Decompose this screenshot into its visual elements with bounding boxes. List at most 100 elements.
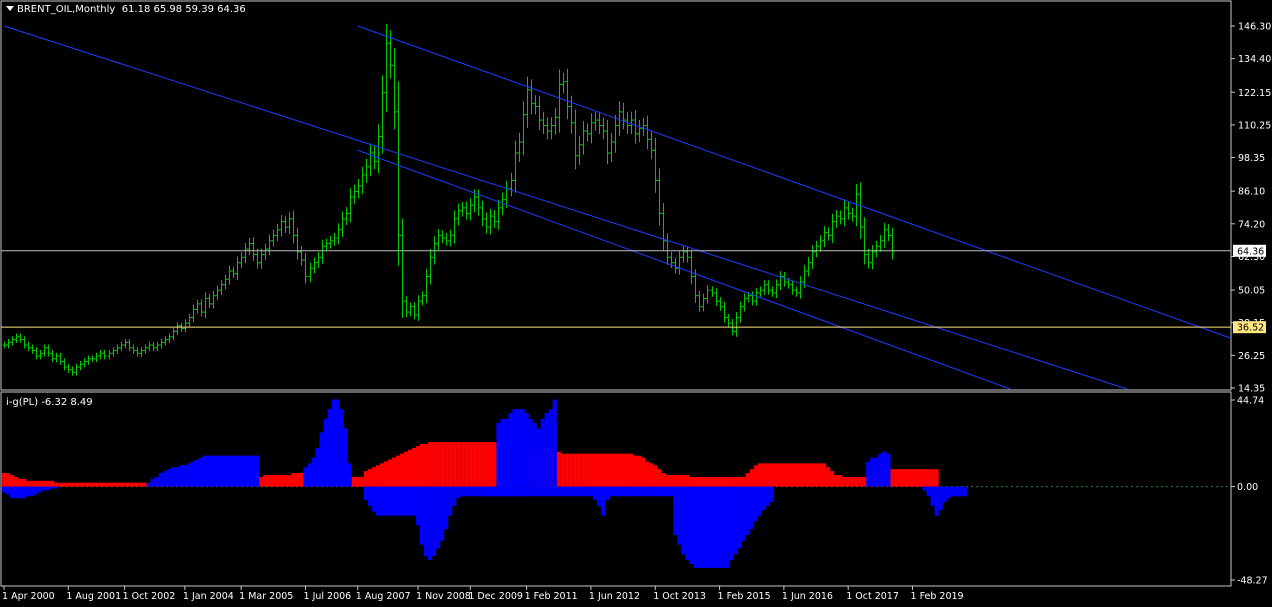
histogram-bar: [307, 463, 312, 487]
histogram-bar: [725, 486, 730, 568]
price-bar: [444, 233, 449, 246]
histogram-bar: [142, 482, 147, 487]
histogram-bar: [697, 486, 702, 568]
trendline[interactable]: [357, 149, 1011, 390]
histogram-bar: [271, 474, 276, 487]
histogram-bar: [649, 486, 654, 497]
histogram-bar: [938, 486, 943, 510]
price-bar: [408, 302, 413, 317]
histogram-bar: [516, 486, 521, 497]
price-bar: [726, 313, 731, 327]
histogram-bar: [82, 482, 87, 487]
price-bar: [842, 200, 847, 227]
histogram-bar: [584, 453, 589, 487]
histogram-bar: [797, 463, 803, 487]
histogram-bar: [428, 486, 433, 561]
price-bar: [577, 135, 582, 165]
histogram-bar: [737, 476, 742, 487]
price-bar: [227, 265, 232, 285]
histogram-bar: [669, 474, 674, 487]
price-bar: [874, 240, 879, 258]
price-bar: [199, 299, 204, 317]
histogram-bar: [805, 463, 811, 487]
histogram-bar: [633, 486, 638, 497]
price-axis: 146.30 134.40 122.15 110.25 98.35 86.10 74.20 6…: [1231, 22, 1271, 395]
histogram-bar: [440, 442, 445, 487]
histogram-bar: [564, 453, 569, 487]
histogram-bar: [540, 486, 545, 497]
price-bar: [525, 76, 530, 128]
histogram-bar: [464, 442, 469, 487]
histogram-bar: [520, 409, 525, 487]
x-tick-label: 1 Mar 2005: [239, 591, 293, 602]
histogram-bar: [528, 486, 533, 497]
histogram-bar: [508, 486, 513, 497]
price-bar: [637, 120, 642, 143]
histogram-bar: [287, 474, 292, 487]
histogram-bar: [243, 455, 248, 487]
histogram-bar: [223, 455, 228, 487]
histogram-bar: [528, 418, 533, 487]
indicator-tick-label: 0.00: [1237, 482, 1258, 493]
histogram-bar: [878, 453, 883, 487]
histogram-bar: [749, 486, 754, 530]
histogram-bar: [954, 486, 959, 497]
triangle-down-icon[interactable]: [6, 6, 14, 11]
price-bar: [279, 214, 284, 237]
histogram-bar: [231, 455, 236, 487]
histogram-bar: [926, 469, 931, 487]
price-bar: [299, 246, 304, 266]
y-tick-label: 134.40: [1238, 54, 1271, 65]
histogram-bar: [70, 482, 75, 487]
histogram-bar: [789, 463, 794, 487]
price-bar: [460, 202, 465, 217]
histogram-bar: [395, 486, 401, 516]
histogram-bar: [612, 453, 618, 487]
histogram-bar: [411, 447, 417, 487]
price-bar: [107, 350, 112, 360]
histogram-bar: [689, 486, 694, 564]
histogram-bar: [608, 453, 614, 487]
histogram-bar: [54, 482, 59, 487]
histogram-bar: [62, 482, 67, 487]
histogram-bar: [420, 444, 425, 487]
histogram-bar: [657, 486, 662, 497]
price-bar: [661, 203, 666, 252]
chart-header[interactable]: BRENT_OIL,Monthly 61.18 65.98 59.39 64.3…: [6, 4, 246, 15]
histogram-bar: [524, 413, 529, 487]
histogram-bar: [150, 478, 155, 487]
histogram-bar: [46, 486, 51, 491]
price-bar: [344, 207, 349, 226]
histogram-bar: [371, 467, 376, 487]
histogram-bar: [769, 486, 774, 503]
y-tick-label: 122.15: [1238, 88, 1271, 99]
histogram-bar: [870, 457, 875, 487]
price-bar: [537, 96, 542, 131]
histogram-bar: [621, 453, 626, 487]
price-bar: [58, 352, 63, 365]
histogram-bar: [532, 422, 537, 487]
histogram-bar: [359, 476, 364, 487]
histogram-bar: [596, 453, 602, 487]
price-bar: [267, 234, 272, 256]
histogram-bar: [693, 486, 698, 568]
current-price-tag: 64.36: [1233, 244, 1266, 257]
histogram-bar: [926, 486, 931, 497]
histogram-bar: [516, 409, 521, 487]
histogram-bar: [387, 486, 392, 516]
price-bar: [653, 138, 658, 193]
price-bar: [340, 211, 345, 238]
histogram-bar: [645, 486, 650, 497]
histogram-bar: [604, 453, 610, 487]
histogram-bar: [492, 442, 497, 487]
histogram-bar: [677, 486, 682, 545]
histogram-bar: [850, 476, 855, 487]
price-bar: [549, 117, 554, 140]
price-bar: [283, 215, 288, 234]
x-tick-label: 1 Oct 2013: [653, 591, 706, 602]
trendline[interactable]: [357, 25, 1232, 339]
price-bar: [271, 229, 276, 247]
trendline[interactable]: [3, 25, 1128, 390]
histogram-bar: [114, 482, 119, 487]
histogram-bar: [448, 442, 453, 487]
